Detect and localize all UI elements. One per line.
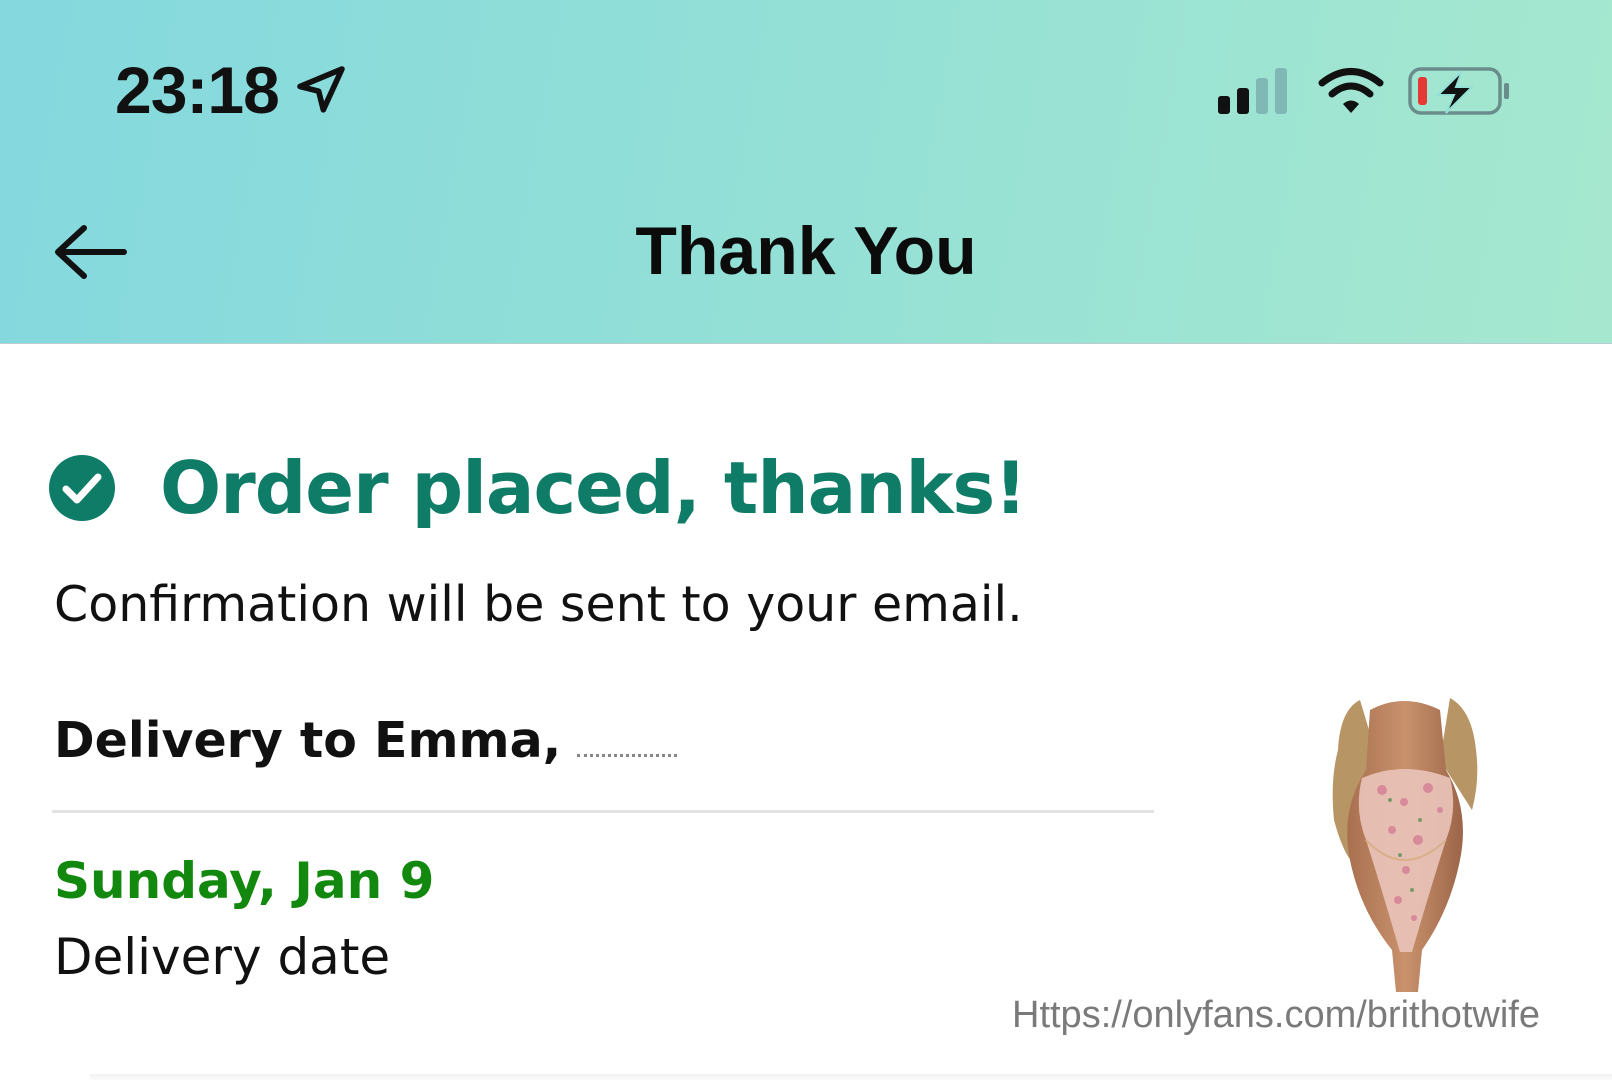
delivery-date-value: Sunday, Jan 9 [54,852,435,910]
delivery-to-label: Delivery to Emma, [54,712,562,769]
watermark-text: Https://onlyfans.com/brithotwife [1012,994,1540,1036]
delivery-address: Delivery to Emma, [54,712,678,769]
delivery-date-label: Delivery date [54,928,391,986]
section-divider [52,810,1154,813]
product-thumbnail[interactable] [1300,690,1512,992]
status-bar-icons [1218,64,1512,118]
page-title: Thank You [635,213,977,289]
battery-charging-icon [1408,67,1509,115]
location-icon [293,62,349,118]
bottom-edge [90,1074,1612,1080]
redacted-address [577,753,678,757]
order-placed-title: Order placed, thanks! [160,446,1027,530]
order-confirmation-heading: Order placed, thanks! [48,446,1027,530]
top-header: 23:18 Thank You [0,0,1612,344]
status-time-text: 23:18 [115,53,280,127]
status-bar-time: 23:18 [115,50,349,130]
signal-icon [1218,68,1287,114]
wifi-icon [1318,68,1384,113]
confirmation-message: Confirmation will be sent to your email. [54,576,1023,633]
check-circle-icon [49,455,115,521]
